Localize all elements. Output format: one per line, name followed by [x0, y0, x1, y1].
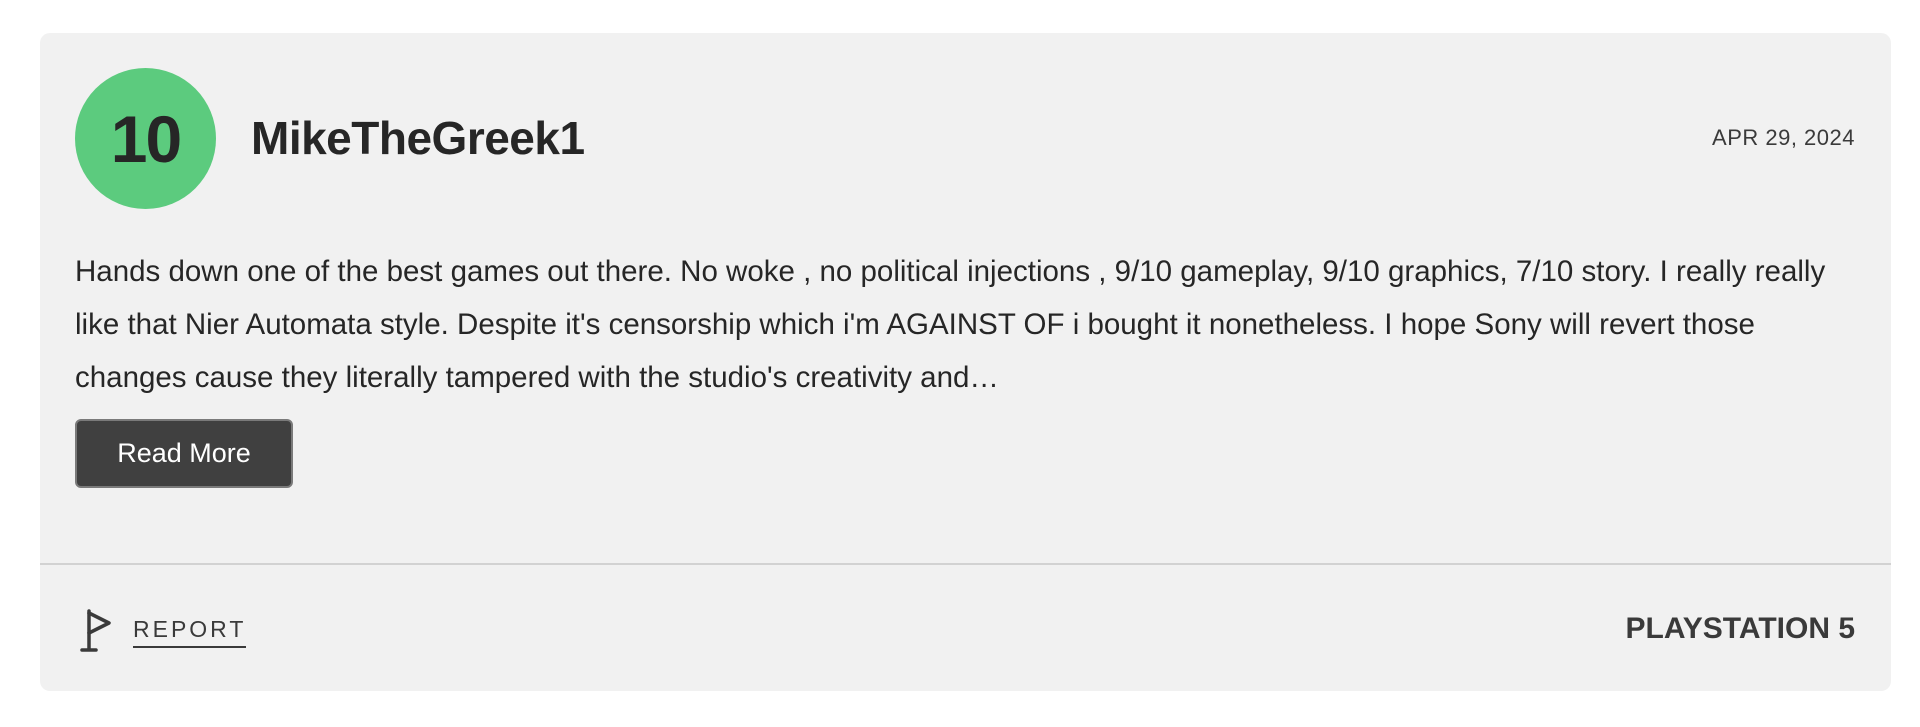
flag-icon: [75, 607, 113, 655]
username[interactable]: MikeTheGreek1: [251, 105, 585, 171]
review-card: 10 MikeTheGreek1 APR 29, 2024 Hands down…: [40, 33, 1891, 691]
read-more-button[interactable]: Read More: [75, 419, 293, 488]
platform-label: PLAYSTATION 5: [1625, 612, 1855, 645]
report-label[interactable]: REPORT: [133, 614, 247, 648]
review-date: APR 29, 2024: [1712, 125, 1855, 150]
report-link[interactable]: REPORT: [75, 603, 247, 659]
review-body: 10 MikeTheGreek1 APR 29, 2024 Hands down…: [40, 33, 1891, 563]
review-text: Hands down one of the best games out the…: [75, 255, 1826, 394]
divider: [40, 563, 1891, 565]
score-badge: 10: [75, 68, 216, 209]
